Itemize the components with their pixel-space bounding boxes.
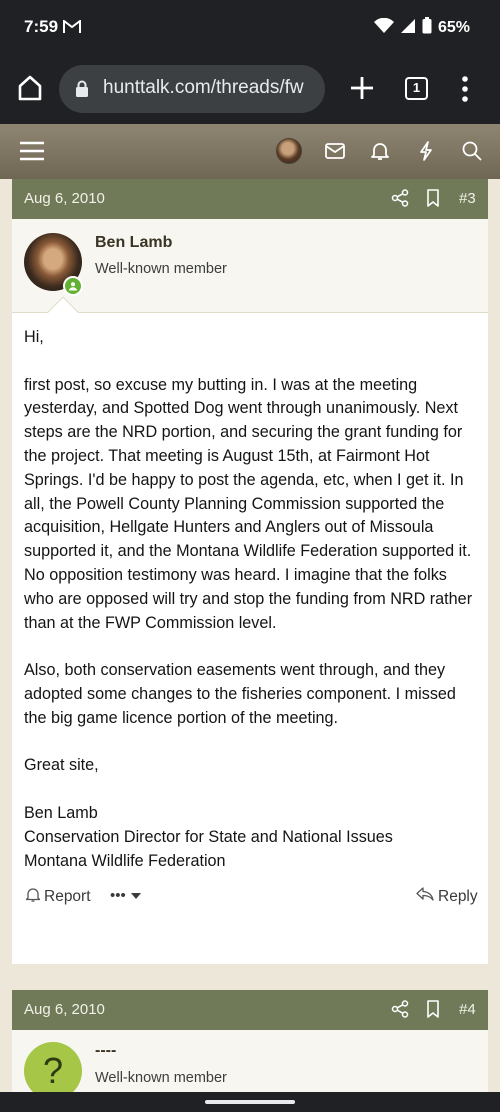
report-button[interactable]: Report xyxy=(25,887,91,907)
post-date[interactable]: Aug 6, 2010 xyxy=(24,1001,105,1018)
post-date[interactable]: Aug 6, 2010 xyxy=(24,190,105,207)
browser-menu-icon[interactable] xyxy=(455,74,475,104)
gesture-bar xyxy=(0,1092,500,1112)
reply-label: Reply xyxy=(438,887,478,905)
browser-toolbar: hunttalk.com/threads/fw 1 xyxy=(0,56,500,124)
status-right: 65% xyxy=(373,17,470,39)
post-paragraph: Also, both conservation easements went t… xyxy=(24,661,456,727)
alert-bell-icon xyxy=(25,887,41,907)
status-time: 7:59 xyxy=(24,17,59,36)
report-label: Report xyxy=(44,888,91,906)
gmail-icon xyxy=(63,19,81,39)
post-header: Aug 6, 2010 #3 xyxy=(12,179,488,219)
bell-icon[interactable] xyxy=(365,136,395,166)
author-name[interactable]: Ben Lamb xyxy=(95,234,172,252)
home-icon[interactable] xyxy=(14,72,46,104)
post-user-bar: ? ---- Well-known member xyxy=(12,1030,488,1100)
reply-button[interactable]: Reply xyxy=(416,887,478,906)
author-title: Well-known member xyxy=(95,1070,227,1086)
post-user-bar: Ben Lamb Well-known member xyxy=(12,219,488,328)
post-paragraph: Great site, xyxy=(24,756,99,775)
site-nav-bar xyxy=(0,124,500,179)
post-body: Hi, first post, so excuse my butting in.… xyxy=(12,313,488,873)
post-number[interactable]: #4 xyxy=(459,1001,476,1018)
lock-icon xyxy=(75,80,89,103)
share-icon[interactable] xyxy=(391,1000,409,1023)
bookmark-icon[interactable] xyxy=(426,189,440,212)
more-options-button[interactable]: ••• xyxy=(110,887,141,904)
signature-line: Ben Lamb xyxy=(24,803,98,822)
address-bar[interactable]: hunttalk.com/threads/fw xyxy=(59,65,325,113)
post-actions: Report ••• Reply xyxy=(12,873,488,931)
url-text: hunttalk.com/threads/fw xyxy=(103,77,304,98)
post-header: Aug 6, 2010 #4 xyxy=(12,990,488,1030)
hamburger-menu-icon[interactable] xyxy=(17,136,47,166)
author-name[interactable]: ---- xyxy=(95,1042,116,1060)
user-avatar[interactable] xyxy=(274,136,304,166)
online-indicator xyxy=(63,276,83,296)
post-paragraph: first post, so excuse my butting in. I w… xyxy=(24,375,473,632)
bookmark-icon[interactable] xyxy=(426,1000,440,1023)
reply-icon xyxy=(416,887,434,906)
envelope-icon[interactable] xyxy=(320,136,350,166)
signature-line: Montana Wildlife Federation xyxy=(24,851,226,870)
status-bar: 7:59 65% xyxy=(0,0,500,56)
wifi-icon xyxy=(373,17,394,39)
signature-line: Conservation Director for State and Nati… xyxy=(24,827,393,846)
battery-icon xyxy=(422,17,432,39)
user-online-icon xyxy=(65,278,81,294)
home-gesture-handle[interactable] xyxy=(205,1100,295,1104)
signal-icon xyxy=(400,18,416,39)
share-icon[interactable] xyxy=(391,189,409,212)
tab-switcher-button[interactable]: 1 xyxy=(405,77,428,100)
post-paragraph: Hi, xyxy=(24,328,44,346)
more-label: ••• xyxy=(110,887,126,905)
post-4: Aug 6, 2010 #4 ? ---- Well-known member xyxy=(12,990,488,1100)
post-3: Aug 6, 2010 #3 Ben Lamb Well-known membe… xyxy=(12,179,488,964)
author-title: Well-known member xyxy=(95,261,227,277)
post-number[interactable]: #3 xyxy=(459,190,476,207)
battery-level: 65% xyxy=(437,19,470,36)
search-icon[interactable] xyxy=(457,136,487,166)
new-tab-icon[interactable] xyxy=(348,74,376,102)
caret-down-icon xyxy=(130,887,141,904)
lightning-icon[interactable] xyxy=(411,136,441,166)
